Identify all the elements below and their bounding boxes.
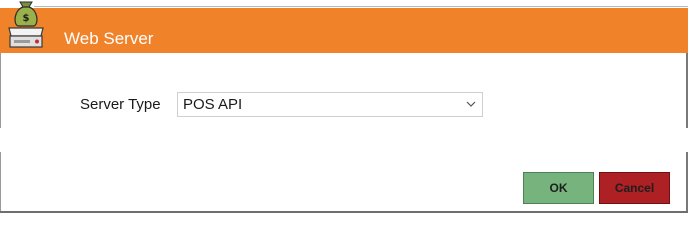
- dialog-border-left-lower: [0, 152, 1, 213]
- ok-button[interactable]: OK: [523, 172, 594, 204]
- server-money-icon: $: [8, 1, 44, 48]
- dialog-border-bottom: [0, 211, 688, 213]
- server-type-select[interactable]: POS API: [177, 92, 483, 117]
- dialog-border-left: [0, 53, 1, 128]
- server-type-value: POS API: [183, 96, 243, 113]
- cancel-button[interactable]: Cancel: [599, 172, 670, 204]
- background-window-rule: [34, 6, 688, 7]
- title-bar: Web Server: [0, 8, 688, 53]
- server-type-label: Server Type: [80, 96, 161, 113]
- svg-text:$: $: [23, 13, 30, 24]
- web-server-dialog: Web Server $ Server Type POS API OK Canc…: [0, 0, 688, 213]
- background-window-edge: [0, 0, 688, 8]
- dialog-title: Web Server: [64, 29, 154, 48]
- chevron-down-icon[interactable]: [466, 100, 476, 108]
